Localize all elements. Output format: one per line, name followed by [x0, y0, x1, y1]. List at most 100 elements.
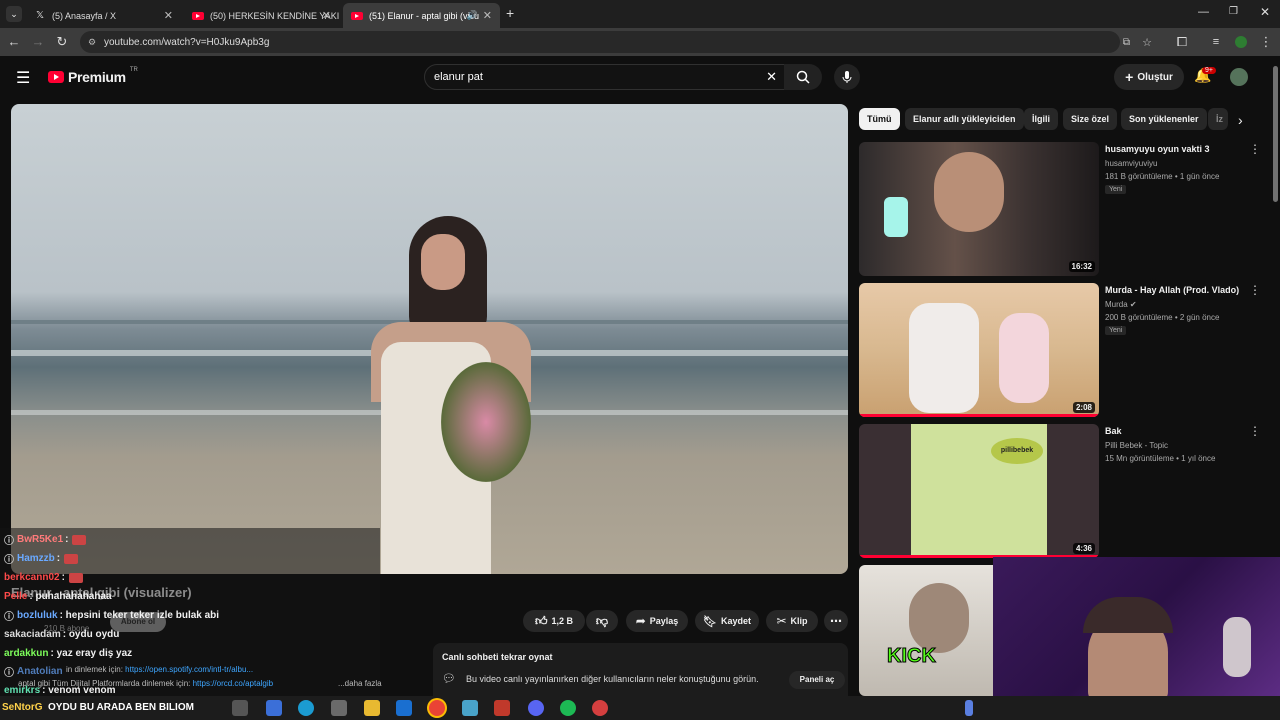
dislike-button[interactable]: 👎︎	[586, 610, 618, 632]
chat-user: BwR5Ke1	[17, 534, 64, 545]
back-icon[interactable]: ←	[6, 34, 22, 50]
search-icon	[796, 70, 810, 84]
chat-user: bozluluk	[17, 610, 58, 621]
tab-youtube-active[interactable]: (51) Elanur - aptal gibi (visu 🔊 ✕	[343, 3, 500, 28]
menu-dots-icon[interactable]: ⋮	[1258, 34, 1274, 50]
tab-label: (5) Anasayfa / X	[52, 10, 117, 21]
duration: 16:32	[1068, 261, 1095, 272]
close-window-button[interactable]: ✕	[1260, 5, 1270, 19]
store-icon[interactable]	[331, 700, 347, 716]
edge-icon[interactable]	[298, 700, 314, 716]
like-count: 1,2 B	[551, 616, 574, 626]
url-text: youtube.com/watch?v=H0Jku9Apb3g	[104, 36, 270, 48]
restore-button[interactable]: ❐	[1229, 6, 1238, 17]
create-button[interactable]: + Oluştur	[1114, 64, 1184, 90]
spotify-icon[interactable]	[560, 700, 576, 716]
open-panel-button[interactable]: Paneli aç	[789, 671, 845, 689]
chat-user: Hamzzb	[17, 553, 55, 564]
speaker-icon[interactable]: 🔊	[467, 10, 478, 21]
url-bar[interactable]: ⚙ youtube.com/watch?v=H0Jku9Apb3g ⧉ ☆	[80, 31, 1152, 53]
page-scrollbar[interactable]	[1273, 66, 1278, 202]
clip-label: Klip	[790, 616, 808, 626]
voice-search-button[interactable]	[834, 64, 860, 90]
video-thumbnail[interactable]: 2:08	[859, 283, 1099, 417]
video-player[interactable]	[11, 104, 848, 574]
duration: 4:36	[1072, 543, 1095, 554]
cast-icon[interactable]: ⧉	[1123, 37, 1130, 48]
new-badge: Yeni	[1105, 326, 1127, 335]
like-button[interactable]: 👍︎ 1,2 B	[523, 610, 585, 632]
chat-message: ⓘ Anatolian	[0, 662, 380, 681]
temperature-icon	[965, 700, 973, 716]
extensions-icon[interactable]: ⧠	[1174, 34, 1190, 50]
chip-for-you[interactable]: Size özel	[1063, 108, 1118, 130]
tab-search-icon[interactable]: ⌄	[6, 6, 22, 22]
share-icon: ➦	[635, 614, 646, 628]
rec-channel: Pilli Bebek - Topic	[1105, 441, 1168, 450]
rec-channel: husamviyuviyu	[1105, 159, 1158, 168]
youtube-icon	[192, 10, 204, 22]
save-label: Kaydet	[720, 616, 751, 626]
close-tab-icon[interactable]: ✕	[483, 9, 492, 22]
media-control-icon[interactable]: ≡	[1208, 34, 1224, 50]
tab-x[interactable]: 𝕏 (5) Anasayfa / X ✕	[26, 3, 181, 28]
site-info-icon[interactable]: ⚙	[88, 37, 96, 48]
close-tab-icon[interactable]: ✕	[164, 9, 173, 22]
file-explorer-icon[interactable]	[364, 700, 380, 716]
clip-button[interactable]: ✂ Klip	[766, 610, 818, 632]
app-icon[interactable]	[462, 700, 478, 716]
avatar[interactable]	[1230, 68, 1248, 86]
app-icon[interactable]	[494, 700, 510, 716]
region-label: TR	[129, 67, 138, 73]
chat-icon: ⓘ	[4, 612, 14, 623]
share-label: Paylaş	[649, 616, 679, 626]
chat-user: ardakkun	[4, 648, 49, 659]
bookmark-star-icon[interactable]: ☆	[1142, 36, 1152, 49]
chevron-right-icon[interactable]: ›	[1238, 112, 1243, 128]
search-button[interactable]	[784, 64, 822, 90]
chat-icon: ⓘ	[4, 668, 14, 679]
profile-icon[interactable]	[1235, 36, 1247, 48]
chat-icon: ⓘ	[4, 555, 14, 566]
logo-text: Premium	[68, 69, 126, 85]
chat-text: hepsini teker teker izle bulak abi	[65, 610, 220, 621]
youtube-icon	[351, 10, 363, 22]
search-input[interactable]: elanur pat ✕	[424, 64, 786, 90]
task-view-icon[interactable]	[232, 700, 248, 716]
chip-more[interactable]: İz	[1208, 108, 1228, 130]
save-button[interactable]: 🔖︎ Kaydet	[695, 610, 759, 632]
tab-youtube-1[interactable]: (50) HERKESİN KENDİNE YAKIŞ ✕	[184, 3, 339, 28]
rec-channel: Murda ✔	[1105, 300, 1137, 309]
clear-search-icon[interactable]: ✕	[766, 69, 777, 85]
copilot-icon[interactable]	[266, 700, 282, 716]
youtube-logo[interactable]: Premium TR	[48, 67, 138, 85]
minimize-button[interactable]: —	[1198, 6, 1209, 18]
more-options-icon[interactable]: ⋮	[1249, 283, 1261, 297]
rec-title: Bak	[1105, 426, 1122, 436]
forward-icon[interactable]: →	[30, 34, 46, 50]
reload-icon[interactable]: ↻	[54, 34, 70, 50]
video-thumbnail[interactable]: pillibebek 4:36	[859, 424, 1099, 558]
discord-icon[interactable]	[528, 700, 544, 716]
search-value: elanur pat	[434, 71, 483, 83]
app-icon[interactable]	[592, 700, 608, 716]
scissors-icon: ✂	[776, 614, 787, 628]
video-thumbnail[interactable]: 16:32	[859, 142, 1099, 276]
close-tab-icon[interactable]: ✕	[322, 9, 331, 22]
chat-user: SeNtorG	[2, 702, 43, 713]
chip-related[interactable]: İlgili	[1024, 108, 1058, 130]
more-actions-button[interactable]: ⋯	[824, 610, 848, 632]
duration: 2:08	[1072, 402, 1095, 413]
more-options-icon[interactable]: ⋮	[1249, 142, 1261, 156]
chip-recent[interactable]: Son yüklenenler	[1121, 108, 1207, 130]
outlook-icon[interactable]	[396, 700, 412, 716]
chip-from-uploader[interactable]: Elanur adlı yükleyiciden	[905, 108, 1024, 130]
new-tab-button[interactable]: +	[506, 5, 514, 21]
share-button[interactable]: ➦ Paylaş	[626, 610, 688, 632]
chrome-icon[interactable]	[429, 700, 445, 716]
hamburger-menu-icon[interactable]: ☰	[16, 68, 30, 88]
chat-text: OYDU BU ARADA BEN BILIOM	[48, 702, 194, 713]
more-options-icon[interactable]: ⋮	[1249, 424, 1261, 438]
chip-all[interactable]: Tümü	[859, 108, 900, 130]
rec-meta: 15 Mn görüntüleme • 1 yıl önce	[1105, 454, 1216, 463]
